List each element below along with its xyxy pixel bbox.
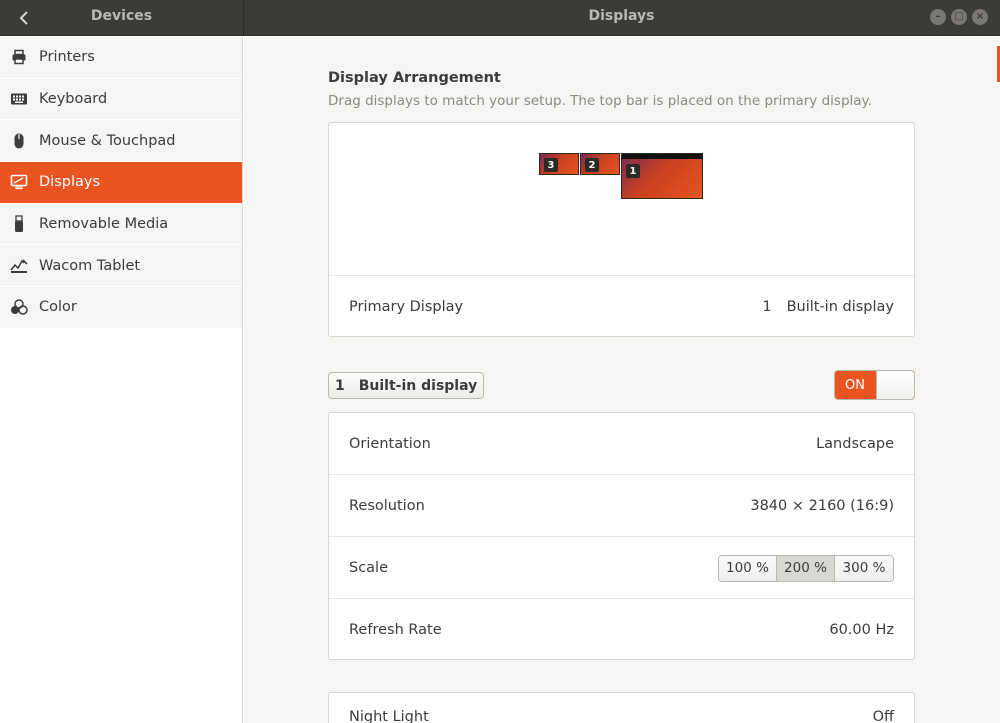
sidebar: Printers Keyboard Mouse & Touchpad Displ… <box>0 37 243 723</box>
scale-300-button[interactable]: 300 % <box>835 555 893 581</box>
close-button[interactable]: × <box>972 9 988 25</box>
sidebar-item-label: Displays <box>39 174 101 191</box>
night-light-value: Off <box>872 709 894 723</box>
night-light-frame: Night Light Off <box>328 692 915 723</box>
sidebar-item-displays[interactable]: Displays <box>0 162 242 204</box>
arrangement-frame: 3 2 1 Primary Display 1 Built-in display <box>328 122 915 337</box>
refresh-rate-value: 60.00 Hz <box>829 622 894 638</box>
sidebar-item-keyboard[interactable]: Keyboard <box>0 78 242 121</box>
display-settings-frame: Orientation Landscape Resolution 3840 × … <box>328 412 915 660</box>
primary-display-label: Primary Display <box>349 298 464 315</box>
orientation-row[interactable]: Orientation Landscape <box>329 413 914 475</box>
scale-200-button[interactable]: 200 % <box>777 555 835 581</box>
color-icon <box>10 298 28 316</box>
panel-list-title: Devices <box>90 8 153 24</box>
sidebar-item-mouse-touchpad[interactable]: Mouse & Touchpad <box>0 120 242 163</box>
sidebar-empty-area <box>0 328 242 723</box>
orientation-label: Orientation <box>349 436 431 452</box>
sidebar-item-label: Mouse & Touchpad <box>39 132 176 149</box>
window-controls: – □ × <box>930 9 988 25</box>
minimize-button[interactable]: – <box>930 9 946 25</box>
monitor-number: 1 <box>626 164 640 178</box>
sidebar-item-wacom-tablet[interactable]: Wacom Tablet <box>0 245 242 288</box>
primary-display-value: Built-in display <box>786 298 894 315</box>
display-number: 1 <box>335 377 345 394</box>
primary-display-number: 1 <box>762 298 772 315</box>
sidebar-item-printers[interactable]: Printers <box>0 37 242 79</box>
arrangement-subtitle: Drag displays to match your setup. The t… <box>328 93 872 109</box>
monitor-2[interactable]: 2 <box>580 153 620 175</box>
display-name: Built-in display <box>358 377 478 394</box>
sidebar-item-label: Keyboard <box>39 91 108 108</box>
resolution-value: 3840 × 2160 (16:9) <box>750 498 894 514</box>
sidebar-item-removable-media[interactable]: Removable Media <box>0 203 242 246</box>
sidebar-item-label: Removable Media <box>39 216 169 233</box>
refresh-rate-label: Refresh Rate <box>349 622 442 638</box>
mouse-icon <box>10 132 28 150</box>
maximize-button[interactable]: □ <box>951 9 967 25</box>
top-bar-indicator <box>622 154 702 159</box>
scale-label: Scale <box>349 560 389 576</box>
arrangement-title: Display Arrangement <box>328 70 501 86</box>
display-select-button[interactable]: 1 Built-in display <box>328 372 485 399</box>
displays-panel: Display Arrangement Drag displays to mat… <box>244 37 998 723</box>
monitor-number: 2 <box>585 158 599 172</box>
sidebar-item-label: Printers <box>39 49 95 66</box>
monitor-number: 3 <box>544 158 558 172</box>
switch-knob[interactable] <box>876 371 914 399</box>
keyboard-icon <box>10 90 28 108</box>
usb-icon <box>10 215 28 233</box>
resolution-label: Resolution <box>349 498 425 514</box>
tablet-icon <box>10 257 28 275</box>
sidebar-item-label: Wacom Tablet <box>39 257 141 274</box>
scale-100-button[interactable]: 100 % <box>719 555 777 581</box>
switch-on-label: ON <box>845 377 865 393</box>
maximize-icon: □ <box>954 11 964 22</box>
resolution-row[interactable]: Resolution 3840 × 2160 (16:9) <box>329 475 914 537</box>
arrangement-canvas: 3 2 1 <box>329 123 914 276</box>
close-icon: × <box>975 11 985 22</box>
display-power-switch[interactable]: ON <box>834 370 915 400</box>
monitor-1[interactable]: 1 <box>621 153 703 199</box>
printer-icon <box>10 48 28 66</box>
window-title: Displays <box>588 8 655 24</box>
header-bar: Devices Displays – □ × <box>0 0 1000 36</box>
display-icon <box>10 173 28 191</box>
scale-row: Scale 100 % 200 % 300 % <box>329 537 914 599</box>
primary-display-row[interactable]: Primary Display 1 Built-in display <box>329 276 914 337</box>
minimize-icon: – <box>935 11 941 22</box>
orientation-value: Landscape <box>816 436 894 452</box>
scale-selector: 100 % 200 % 300 % <box>718 554 894 582</box>
night-light-label: Night Light <box>349 709 429 723</box>
sidebar-item-label: Color <box>39 299 77 316</box>
night-light-row[interactable]: Night Light Off <box>329 707 914 723</box>
refresh-rate-row[interactable]: Refresh Rate 60.00 Hz <box>329 599 914 661</box>
monitor-3[interactable]: 3 <box>539 153 579 175</box>
sidebar-item-color[interactable]: Color <box>0 287 242 329</box>
